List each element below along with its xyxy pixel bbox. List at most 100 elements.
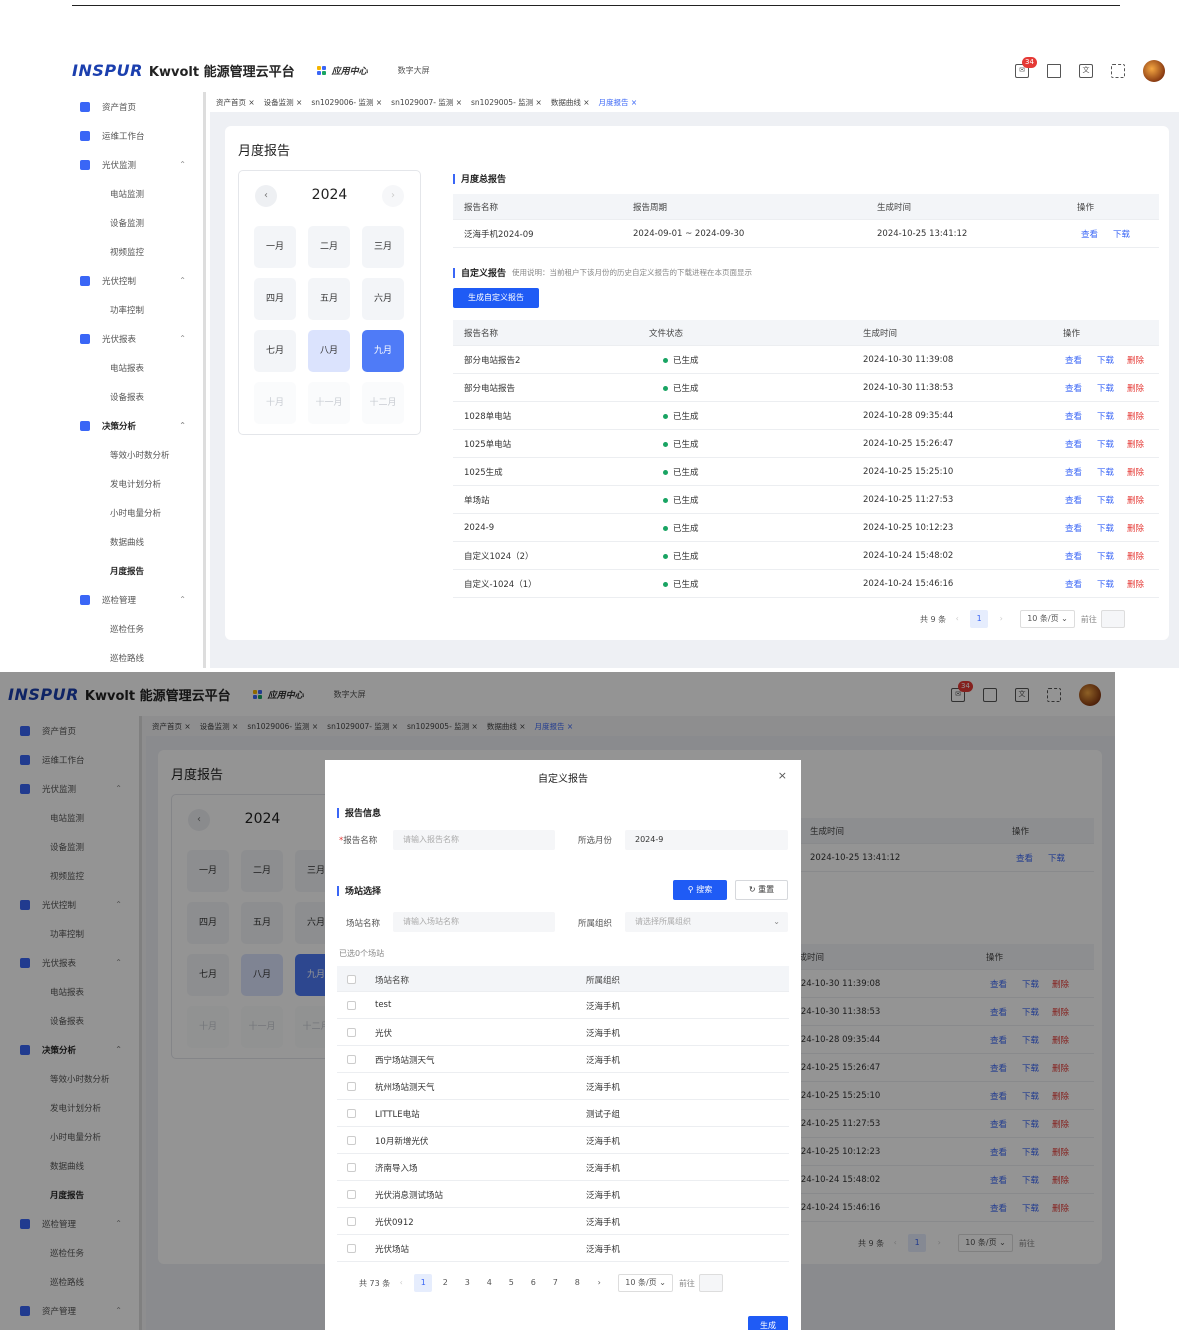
- reset-button[interactable]: ↻ 重置: [735, 880, 788, 900]
- org-select[interactable]: 请选择所属组织 ⌄: [625, 912, 788, 932]
- month-cell[interactable]: 十月: [254, 382, 296, 424]
- page-button[interactable]: 3: [458, 1274, 476, 1292]
- page-button[interactable]: 4: [480, 1274, 498, 1292]
- download-link[interactable]: 下载: [1097, 550, 1114, 562]
- view-link[interactable]: 查看: [1065, 578, 1082, 590]
- month-cell[interactable]: 四月: [254, 278, 296, 320]
- download-link[interactable]: 下载: [1113, 228, 1130, 240]
- prev-page-button[interactable]: ‹: [392, 1274, 410, 1292]
- delete-link[interactable]: 删除: [1127, 382, 1144, 394]
- download-link[interactable]: 下载: [1097, 438, 1114, 450]
- goto-page-input[interactable]: [698, 1274, 723, 1292]
- sidebar-item[interactable]: 光伏监测 ⌃: [60, 150, 206, 179]
- month-field[interactable]: 2024-9: [625, 830, 788, 850]
- row-checkbox[interactable]: [347, 1244, 356, 1253]
- view-link[interactable]: 查看: [1065, 410, 1082, 422]
- app-center-link[interactable]: 应用中心: [316, 64, 368, 77]
- page-button[interactable]: 2: [436, 1274, 454, 1292]
- station-name-input[interactable]: 请输入场站名称: [393, 912, 555, 932]
- month-cell[interactable]: 七月: [254, 330, 296, 372]
- view-link[interactable]: 查看: [1065, 522, 1082, 534]
- sidebar-item[interactable]: 运维工作台: [60, 121, 206, 150]
- sidebar-item[interactable]: 巡检任务: [60, 614, 206, 643]
- month-cell[interactable]: 三月: [362, 226, 404, 268]
- sidebar-item[interactable]: 设备报表: [60, 382, 206, 411]
- view-link[interactable]: 查看: [1065, 550, 1082, 562]
- month-cell[interactable]: 十二月: [362, 382, 404, 424]
- sidebar-item[interactable]: 数据曲线: [60, 527, 206, 556]
- digital-screen-link[interactable]: 数字大屏: [398, 65, 430, 76]
- sidebar-item[interactable]: 视频监控: [60, 237, 206, 266]
- download-link[interactable]: 下载: [1097, 410, 1114, 422]
- view-link[interactable]: 查看: [1065, 438, 1082, 450]
- row-checkbox[interactable]: [347, 1055, 356, 1064]
- month-cell[interactable]: 六月: [362, 278, 404, 320]
- row-checkbox[interactable]: [347, 1190, 356, 1199]
- tab-item[interactable]: 资产首页 ×: [216, 97, 255, 108]
- translate-icon[interactable]: 文: [1079, 64, 1093, 78]
- tab-item[interactable]: sn1029005- 监测 ×: [471, 97, 542, 108]
- page-size-select[interactable]: 10 条/页 ⌄: [618, 1274, 673, 1292]
- sidebar-item[interactable]: 决策分析 ⌃: [60, 411, 206, 440]
- month-cell[interactable]: 八月: [308, 330, 350, 372]
- row-checkbox[interactable]: [347, 1109, 356, 1118]
- tab-item[interactable]: 月度报告 ×: [599, 97, 638, 108]
- sidebar-item[interactable]: 设备监测: [60, 208, 206, 237]
- sidebar-item[interactable]: 等效小时数分析: [60, 440, 206, 469]
- page-button[interactable]: 8: [568, 1274, 586, 1292]
- message-icon[interactable]: ✉ 34: [1015, 57, 1037, 78]
- tab-item[interactable]: sn1029007- 监测 ×: [391, 97, 462, 108]
- generate-custom-report-button[interactable]: 生成自定义报告: [453, 288, 539, 308]
- delete-link[interactable]: 删除: [1127, 354, 1144, 366]
- view-link[interactable]: 查看: [1065, 494, 1082, 506]
- sidebar-item[interactable]: 光伏控制 ⌃: [60, 266, 206, 295]
- download-link[interactable]: 下载: [1097, 354, 1114, 366]
- month-cell[interactable]: 十一月: [308, 382, 350, 424]
- row-checkbox[interactable]: [347, 1217, 356, 1226]
- sidebar-item[interactable]: 发电计划分析: [60, 469, 206, 498]
- download-link[interactable]: 下载: [1097, 578, 1114, 590]
- row-checkbox[interactable]: [347, 1028, 356, 1037]
- row-checkbox[interactable]: [347, 1163, 356, 1172]
- view-link[interactable]: 查看: [1065, 354, 1082, 366]
- delete-link[interactable]: 删除: [1127, 494, 1144, 506]
- delete-link[interactable]: 删除: [1127, 522, 1144, 534]
- sidebar-item[interactable]: 资产首页: [60, 92, 206, 121]
- prev-page-button[interactable]: ‹: [948, 610, 966, 628]
- page-button[interactable]: 1: [414, 1274, 433, 1292]
- tab-item[interactable]: 数据曲线 ×: [551, 97, 590, 108]
- select-all-checkbox[interactable]: [347, 975, 356, 984]
- page-button[interactable]: 7: [546, 1274, 564, 1292]
- sidebar-item[interactable]: 月度报告: [60, 556, 206, 585]
- delete-link[interactable]: 删除: [1127, 438, 1144, 450]
- download-link[interactable]: 下载: [1097, 522, 1114, 534]
- sidebar-item[interactable]: 电站监测: [60, 179, 206, 208]
- close-icon[interactable]: ×: [778, 769, 787, 782]
- delete-link[interactable]: 删除: [1127, 466, 1144, 478]
- view-link[interactable]: 查看: [1065, 382, 1082, 394]
- next-page-button[interactable]: ›: [992, 610, 1010, 628]
- row-checkbox[interactable]: [347, 1082, 356, 1091]
- download-link[interactable]: 下载: [1097, 494, 1114, 506]
- row-checkbox[interactable]: [347, 1001, 356, 1010]
- sidebar-item[interactable]: 巡检管理 ⌃: [60, 585, 206, 614]
- avatar[interactable]: [1143, 60, 1165, 82]
- next-year-button[interactable]: ›: [382, 185, 404, 207]
- download-link[interactable]: 下载: [1097, 382, 1114, 394]
- view-link[interactable]: 查看: [1065, 466, 1082, 478]
- sidebar-item[interactable]: 光伏报表 ⌃: [60, 324, 206, 353]
- generate-button[interactable]: 生成: [748, 1316, 788, 1330]
- page-button[interactable]: 6: [524, 1274, 542, 1292]
- sidebar-item[interactable]: 巡检路线: [60, 643, 206, 668]
- sidebar-item[interactable]: 小时电量分析: [60, 498, 206, 527]
- page-size-select[interactable]: 10 条/页 ⌄: [1020, 610, 1075, 628]
- sidebar-scrollbar[interactable]: [203, 92, 206, 668]
- sidebar-item[interactable]: 电站报表: [60, 353, 206, 382]
- row-checkbox[interactable]: [347, 1136, 356, 1145]
- page-button[interactable]: 5: [502, 1274, 520, 1292]
- page-button[interactable]: 1: [970, 610, 989, 628]
- view-link[interactable]: 查看: [1081, 228, 1098, 240]
- month-cell[interactable]: 九月: [362, 330, 404, 372]
- search-button[interactable]: ⚲ 搜索: [673, 880, 727, 900]
- delete-link[interactable]: 删除: [1127, 550, 1144, 562]
